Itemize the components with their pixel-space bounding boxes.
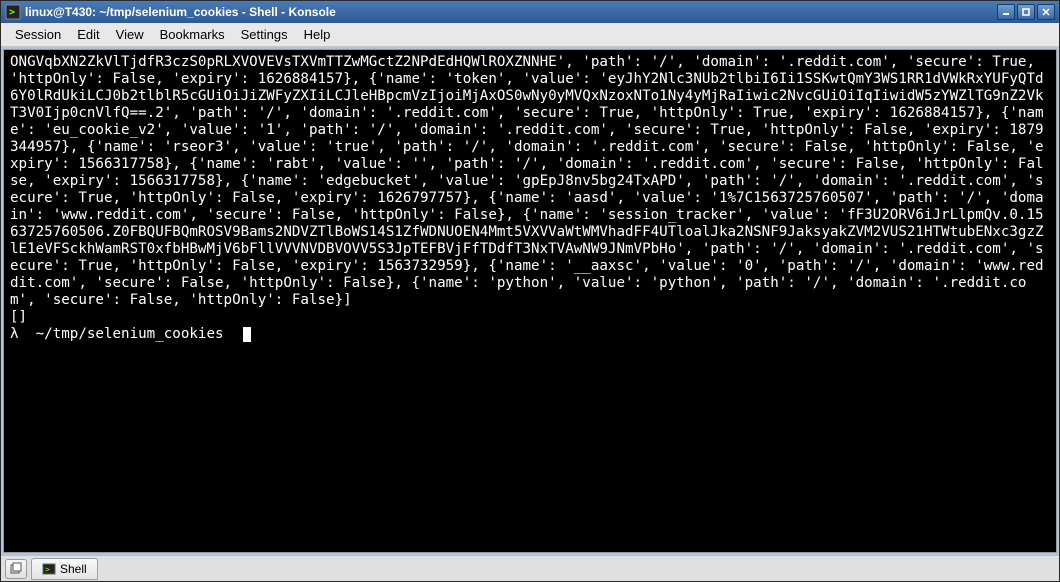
tab-bar: > Shell xyxy=(1,555,1059,581)
app-icon: > xyxy=(5,4,21,20)
menu-settings[interactable]: Settings xyxy=(233,25,296,44)
svg-text:>: > xyxy=(9,7,15,18)
menu-edit[interactable]: Edit xyxy=(69,25,107,44)
menubar: Session Edit View Bookmarks Settings Hel… xyxy=(1,23,1059,47)
prompt-path: ~/tmp/selenium_cookies xyxy=(36,326,224,342)
tab-shell[interactable]: > Shell xyxy=(31,558,98,580)
konsole-window: > linux@T430: ~/tmp/selenium_cookies - S… xyxy=(0,0,1060,582)
prompt-symbol: λ xyxy=(10,326,19,342)
tab-label: Shell xyxy=(60,562,87,576)
titlebar[interactable]: > linux@T430: ~/tmp/selenium_cookies - S… xyxy=(1,1,1059,23)
terminal-viewport[interactable]: ONGVqbXN2ZkVlTjdfR3czS0pRLXVOVEVsTXVmTTZ… xyxy=(3,49,1057,553)
svg-text:>: > xyxy=(45,565,50,574)
close-button[interactable] xyxy=(1037,4,1055,20)
new-tab-button[interactable] xyxy=(5,559,27,579)
cursor xyxy=(243,327,251,342)
menu-view[interactable]: View xyxy=(108,25,152,44)
menu-session[interactable]: Session xyxy=(7,25,69,44)
menu-bookmarks[interactable]: Bookmarks xyxy=(152,25,233,44)
menu-help[interactable]: Help xyxy=(296,25,339,44)
window-controls xyxy=(997,4,1055,20)
terminal-icon: > xyxy=(42,562,56,576)
window-title: linux@T430: ~/tmp/selenium_cookies - She… xyxy=(25,5,997,19)
maximize-button[interactable] xyxy=(1017,4,1035,20)
minimize-button[interactable] xyxy=(997,4,1015,20)
terminal-output: ONGVqbXN2ZkVlTjdfR3czS0pRLXVOVEVsTXVmTTZ… xyxy=(10,54,1044,325)
